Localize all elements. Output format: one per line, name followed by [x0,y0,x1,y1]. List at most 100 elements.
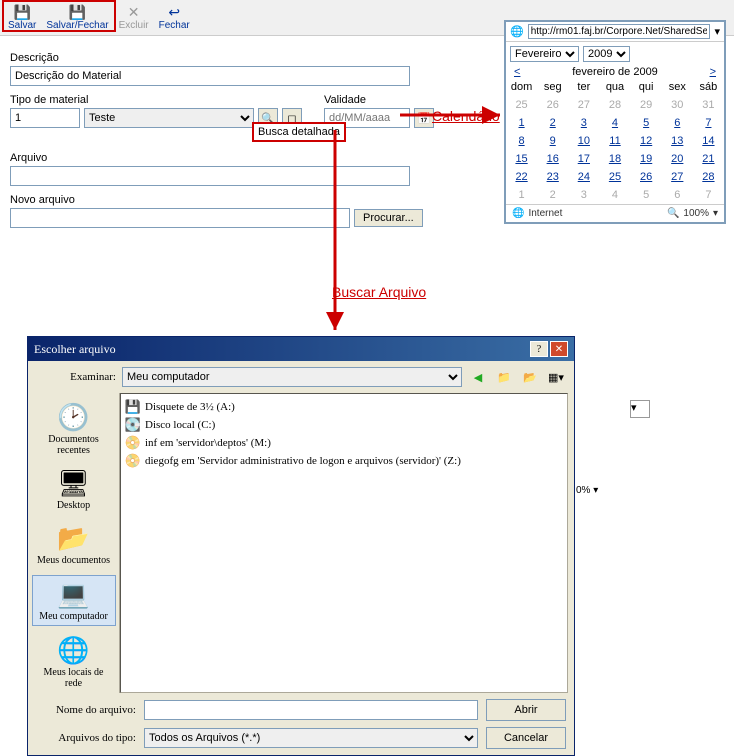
place-item[interactable]: 💻Meu computador [32,575,116,626]
calendar-day[interactable]: 6 [662,114,693,132]
calendar-day[interactable]: 3 [568,186,599,204]
calendar-day[interactable]: 12 [631,132,662,150]
calendar-day[interactable]: 30 [662,96,693,114]
calendar-day[interactable]: 26 [537,96,568,114]
drive-icon: 💽 [125,417,141,433]
calendar-day[interactable]: 29 [631,96,662,114]
calendar-day[interactable]: 16 [537,150,568,168]
file-list[interactable]: 💾Disquete de 3½ (A:)💽Disco local (C:)📀 in… [120,393,568,693]
calendar-day[interactable]: 23 [537,168,568,186]
tipo-code-input[interactable] [10,108,80,128]
descricao-input[interactable] [10,66,410,86]
calendar-day[interactable]: 17 [568,150,599,168]
examinar-label: Examinar: [36,371,116,383]
security-zone: 🌐Internet [512,208,562,219]
place-label: Meus locais de rede [35,667,113,689]
place-icon: 🌐 [58,635,90,667]
ie-icon: 🌐 [510,25,524,38]
procurar-button[interactable]: Procurar... [354,209,423,227]
calendar-day[interactable]: 25 [506,96,537,114]
file-label: diegofg em 'Servidor administrativo de l… [145,455,461,467]
calendar-day[interactable]: 10 [568,132,599,150]
calendar-day[interactable]: 28 [693,168,724,186]
excluir-label: Excluir [119,20,149,31]
calendar-day[interactable]: 25 [599,168,630,186]
calendar-day[interactable]: 6 [662,186,693,204]
calendar-day[interactable]: 27 [568,96,599,114]
close-icon: ↩ [166,4,182,20]
salvar-button[interactable]: 💾Salvar [4,2,40,33]
calendar-day[interactable]: 1 [506,114,537,132]
place-item[interactable]: 📂Meus documentos [32,520,116,569]
back-button[interactable]: ◀ [468,367,488,387]
calendar-day[interactable]: 19 [631,150,662,168]
arquivo-input[interactable] [10,166,410,186]
calendar-day[interactable]: 11 [599,132,630,150]
file-label: inf em 'servidor\deptos' (M:) [145,437,271,449]
file-item[interactable]: 📀diegofg em 'Servidor administrativo de … [125,452,563,470]
tipo-material-label: Tipo de material [10,94,302,106]
close-button[interactable]: ✕ [550,341,568,357]
calendar-day[interactable]: 28 [599,96,630,114]
next-month-link[interactable]: > [710,66,716,78]
fechar-button[interactable]: ↩Fechar [155,2,194,33]
calendar-day[interactable]: 8 [506,132,537,150]
calendar-day[interactable]: 18 [599,150,630,168]
zoom-control[interactable]: 🔍100%▾ [667,208,718,219]
abrir-button[interactable]: Abrir [486,699,566,721]
hidden-dropdown[interactable]: ▾ [630,400,650,418]
nome-arquivo-input[interactable] [144,700,478,720]
file-dialog: Escolher arquivo ? ✕ Examinar: Meu compu… [27,336,575,756]
calendar-day[interactable]: 21 [693,150,724,168]
calendar-day[interactable]: 7 [693,114,724,132]
calendar-day[interactable]: 20 [662,150,693,168]
calendar-day[interactable]: 4 [599,186,630,204]
calendar-day[interactable]: 24 [568,168,599,186]
new-folder-button[interactable]: 📂 [520,367,540,387]
file-item[interactable]: 💽Disco local (C:) [125,416,563,434]
calendar-day[interactable]: 7 [693,186,724,204]
cancelar-button[interactable]: Cancelar [486,727,566,749]
arquivos-tipo-label: Arquivos do tipo: [36,732,136,744]
calendar-day[interactable]: 5 [631,186,662,204]
calendar-day[interactable]: 13 [662,132,693,150]
calendar-title-row: < fevereiro de 2009 > [506,66,724,78]
zoom-label: 100% [683,208,709,219]
drive-icon: 📀 [125,435,141,451]
excluir-button[interactable]: ✕Excluir [115,2,153,33]
dropdown-icon[interactable]: ▾ [714,25,720,38]
view-menu-button[interactable]: ▦▾ [546,367,566,387]
calendar-url-input[interactable] [528,24,711,39]
zone-label: Internet [528,208,562,219]
prev-month-link[interactable]: < [514,66,520,78]
calendar-day[interactable]: 2 [537,114,568,132]
salvar-fechar-button[interactable]: 💾Salvar/Fechar [42,2,112,33]
calendar-day[interactable]: 1 [506,186,537,204]
year-select[interactable]: 2009 [583,46,630,62]
help-button[interactable]: ? [530,341,548,357]
novo-arquivo-input[interactable] [10,208,350,228]
calendar-day[interactable]: 27 [662,168,693,186]
calendar-day[interactable]: 22 [506,168,537,186]
calendar-day[interactable]: 2 [537,186,568,204]
calendar-day[interactable]: 3 [568,114,599,132]
arquivos-tipo-select[interactable]: Todos os Arquivos (*.*) [144,728,478,748]
calendar-day[interactable]: 14 [693,132,724,150]
calendar-day[interactable]: 9 [537,132,568,150]
calendar-day[interactable]: 26 [631,168,662,186]
examinar-select[interactable]: Meu computador [122,367,462,387]
up-button[interactable]: 📁 [494,367,514,387]
calendar-day[interactable]: 4 [599,114,630,132]
calendar-day[interactable]: 15 [506,150,537,168]
tipo-select[interactable]: Teste [84,108,254,128]
dow-header: qui [631,78,662,96]
place-item[interactable]: 🌐Meus locais de rede [32,632,116,692]
calendar-day[interactable]: 31 [693,96,724,114]
month-select[interactable]: Fevereiro [510,46,579,62]
place-item[interactable]: 🕑Documentos recentes [32,399,116,459]
file-item[interactable]: 📀 inf em 'servidor\deptos' (M:) [125,434,563,452]
file-item[interactable]: 💾Disquete de 3½ (A:) [125,398,563,416]
calendar-title: fevereiro de 2009 [572,66,658,78]
calendar-day[interactable]: 5 [631,114,662,132]
place-item[interactable]: 🖥Desktop [32,465,116,514]
